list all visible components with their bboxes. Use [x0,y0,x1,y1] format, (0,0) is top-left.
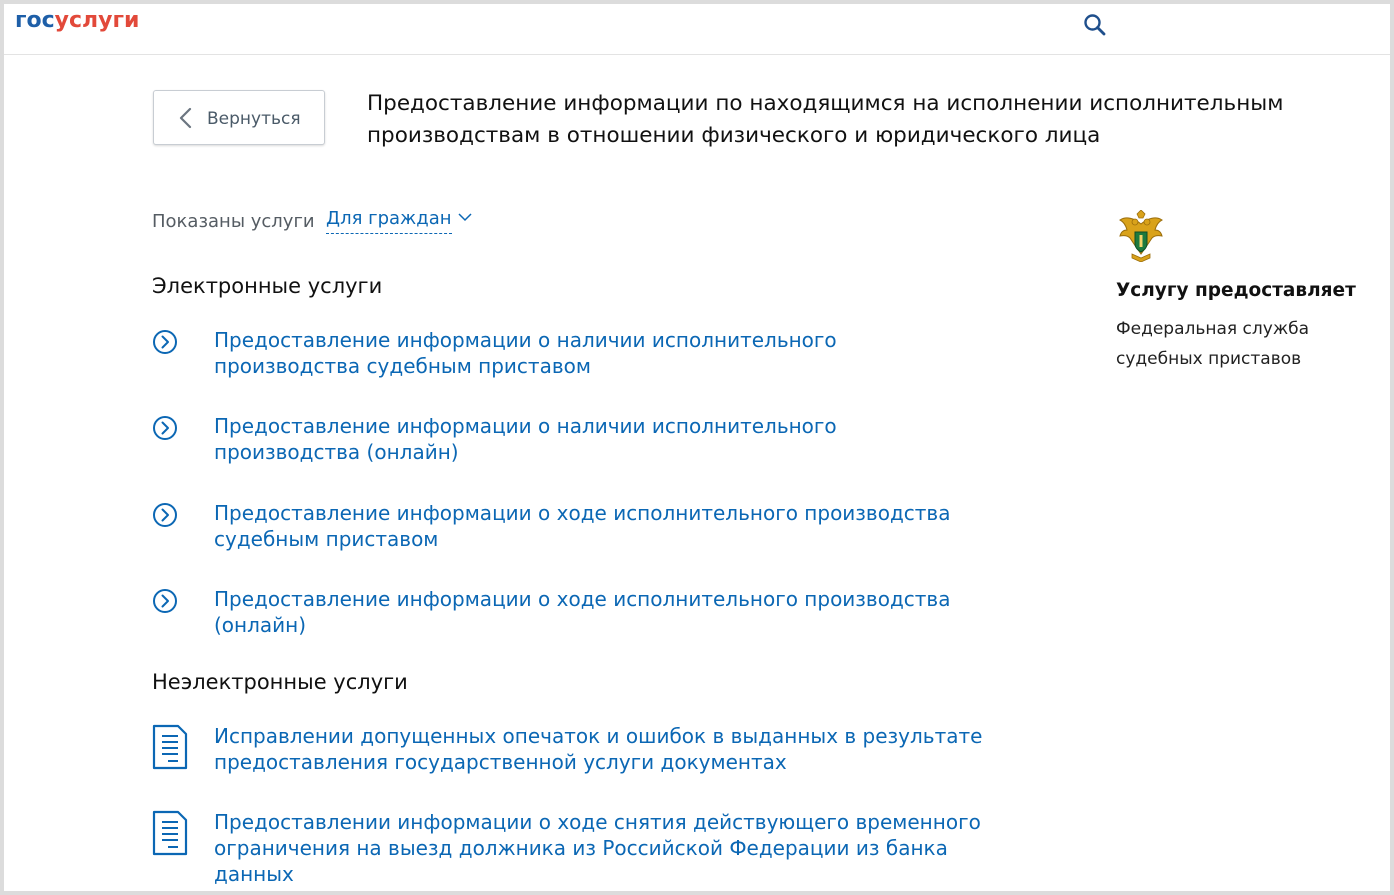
document-icon [152,810,188,856]
fssp-emblem-icon [1119,210,1163,262]
non-electronic-services-heading: Неэлектронные услуги [152,670,408,694]
document-icon [152,724,188,770]
non-electronic-service-item[interactable]: Предоставлении информации о ходе снятия … [152,809,982,889]
filter-label: Показаны услуги [152,211,315,232]
arrow-right-circle-icon [153,589,177,613]
electronic-service-item[interactable]: Предоставление информации о ходе исполни… [152,586,982,640]
electronic-service-link[interactable]: Предоставление информации о наличии испо… [214,327,984,379]
provider-heading: Услугу предоставляет [1116,280,1356,301]
electronic-service-item[interactable]: Предоставление информации о наличии испо… [152,327,982,381]
back-button[interactable]: Вернуться [153,90,325,145]
filter-selected-value: Для граждан [326,207,452,234]
logo-part-uslugi: услуги [54,8,140,33]
provider-panel: Услугу предоставляет Федеральная служба … [1116,210,1376,374]
arrow-right-circle-icon [153,503,177,527]
arrow-right-circle-icon [153,330,177,354]
search-icon[interactable] [1082,12,1108,38]
site-header: госуслуги [4,4,1390,55]
gosuslugi-logo[interactable]: госуслуги [15,7,139,35]
non-electronic-service-link[interactable]: Предоставлении информации о ходе снятия … [214,809,984,887]
audience-filter-dropdown[interactable]: Для граждан [326,207,472,237]
provider-name: Федеральная служба судебных приставов [1116,319,1310,369]
electronic-service-link[interactable]: Предоставление информации о наличии испо… [214,413,984,465]
page-frame: госуслуги Вернуться Предоставление инфор… [4,4,1390,891]
electronic-service-link[interactable]: Предоставление информации о ходе исполни… [214,500,984,552]
electronic-service-item[interactable]: Предоставление информации о наличии испо… [152,413,982,467]
electronic-services-heading: Электронные услуги [152,274,383,298]
back-button-label: Вернуться [207,109,301,129]
non-electronic-service-link[interactable]: Исправлении допущенных опечаток и ошибок… [214,723,984,775]
logo-part-gos: гос [15,8,55,33]
arrow-right-circle-icon [153,416,177,440]
page-title: Предоставление информации по находящимся… [367,91,1284,148]
chevron-left-icon [179,107,192,129]
electronic-service-item[interactable]: Предоставление информации о ходе исполни… [152,500,982,554]
non-electronic-service-item[interactable]: Исправлении допущенных опечаток и ошибок… [152,723,982,779]
chevron-down-icon [458,213,472,222]
electronic-service-link[interactable]: Предоставление информации о ходе исполни… [214,586,984,638]
